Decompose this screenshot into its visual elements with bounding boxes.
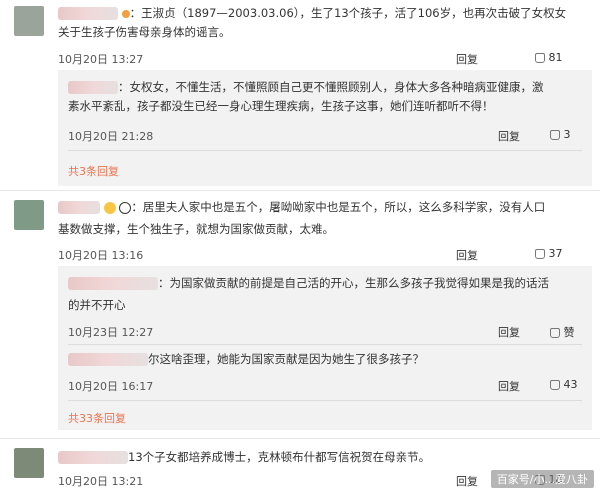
comment-text: ：居里夫人家中也是五个，屠呦呦家中也是五个，所以，这么多科学家，没有人口 [58,198,598,217]
username[interactable] [58,201,100,214]
comment-time: 10月20日 13:16 [58,249,144,262]
reply-button[interactable]: 回复 [498,128,520,144]
like-button[interactable]: 赞 [550,324,575,340]
reply-time: 10月20日 21:28 [68,130,154,143]
like-button[interactable]: 43 [550,378,578,391]
thumbs-up-icon [550,130,560,140]
reply-time: 10月23日 12:27 [68,326,154,339]
divider [0,190,600,191]
reply-button[interactable]: 回复 [456,247,478,263]
divider [68,344,582,345]
divider [68,400,582,401]
comment-text-line2: 关于生孩子伤害母亲身体的谣言。 [58,25,231,39]
verified-icon [121,9,130,18]
reply-text: ：为国家做贡献的前提是自己活的开心，生那么多孩子我觉得如果是我的话活 [68,274,588,293]
like-button[interactable]: 3 [550,128,571,141]
reply-text-line2: 素水平紊乱，孩子都没生已经一身心理生理疾病，生孩子这事，她们连听都听不得！ [68,99,494,113]
reply-text-line2: 的并不开心 [68,298,126,312]
like-label: 赞 [563,326,575,339]
username[interactable] [58,7,118,20]
username[interactable] [68,353,148,366]
comment-text: ：王淑贞（1897—2003.03.06），生了13个孩子，活了106岁，也再次… [58,4,598,23]
avatar[interactable] [14,448,44,478]
username[interactable] [68,277,158,290]
like-count: 37 [548,247,563,260]
username[interactable] [58,451,128,464]
reply-button[interactable]: 回复 [498,324,520,340]
watermark: 百家号/小...爱八卦 [490,470,594,488]
smile-emoji-icon [103,201,116,214]
panda-emoji-icon [119,201,132,214]
username[interactable] [68,81,118,94]
thumbs-up-icon [535,249,545,259]
like-button[interactable]: 81 [535,51,563,64]
reply-button[interactable]: 回复 [456,473,478,489]
reply-text: ：女权女，不懂生活，不懂照顾自己更不懂照顾别人，身体大多各种暗病亚健康，激 [68,78,588,97]
like-button[interactable]: 37 [535,247,563,260]
divider [0,438,600,439]
comment-time: 10月20日 13:21 [58,475,144,488]
thumbs-up-icon [550,380,560,390]
comment-text-line2: 基数做支撑，生个独生子，就想为国家做贡献，太难。 [58,222,334,236]
avatar[interactable] [14,200,44,230]
reply-area: ：女权女，不懂生活，不懂照顾自己更不懂照顾别人，身体大多各种暗病亚健康，激 素水… [58,70,592,186]
reply-time: 10月20日 16:17 [68,380,154,393]
more-replies-link[interactable]: 共33条回复 [68,410,126,426]
reply-area: ：为国家做贡献的前提是自己活的开心，生那么多孩子我觉得如果是我的话活 的并不开心… [58,266,592,430]
more-replies-link[interactable]: 共3条回复 [68,163,119,179]
thumbs-up-icon [535,53,545,63]
like-count: 81 [548,51,563,64]
comment-text: 13个子女都培养成博士，克林顿布什都写信祝贺在母亲节。 [58,448,598,467]
like-count: 3 [563,128,571,141]
reply-text: 尔这啥歪理，她能为国家贡献是因为她生了很多孩子？ [68,350,588,369]
reply-button[interactable]: 回复 [456,51,478,67]
reply-button[interactable]: 回复 [498,378,520,394]
like-count: 43 [563,378,578,391]
divider [68,150,582,151]
thumbs-up-icon [550,328,560,338]
avatar[interactable] [14,6,44,36]
comment-time: 10月20日 13:27 [58,53,144,66]
